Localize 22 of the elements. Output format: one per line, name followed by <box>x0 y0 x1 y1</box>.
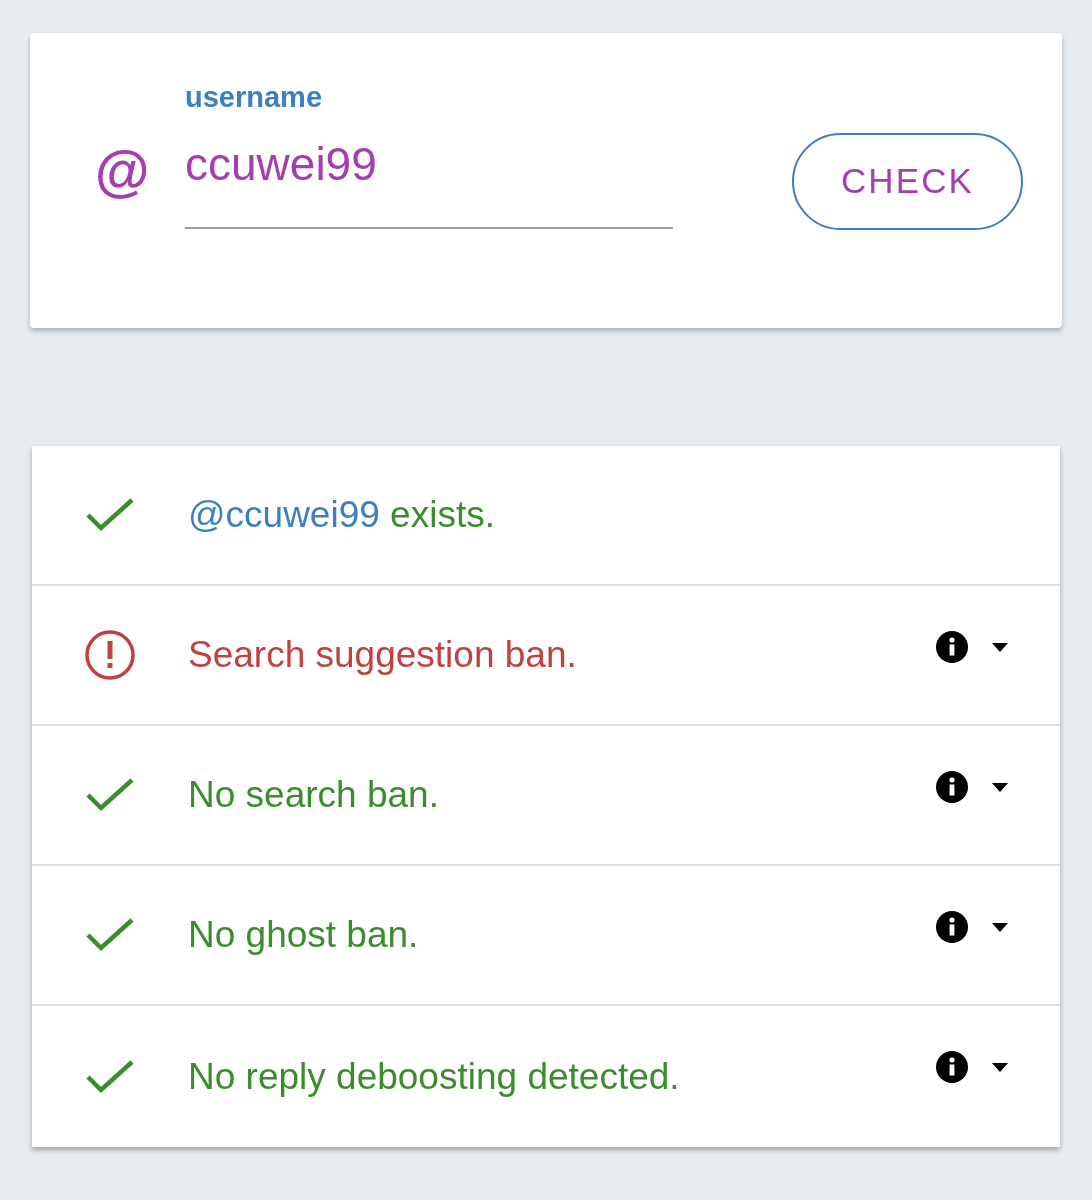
check-icon <box>86 1059 134 1094</box>
field-label: username <box>185 80 322 115</box>
check-icon <box>86 498 134 532</box>
info-icon[interactable] <box>936 1051 968 1083</box>
warning-icon <box>85 630 135 680</box>
check-button[interactable]: CHECK <box>792 133 1023 230</box>
info-icon[interactable] <box>936 911 968 943</box>
caret-icon[interactable] <box>992 642 1008 652</box>
status-message: No ghost ban. <box>188 913 419 957</box>
status-message: No search ban. <box>188 773 439 817</box>
status-message: @ccuwei99 exists. <box>188 493 495 537</box>
status-message: Search suggestion ban. <box>188 633 577 677</box>
info-icon[interactable] <box>936 771 968 803</box>
status-message: No reply deboosting detected. <box>188 1054 680 1099</box>
check-icon <box>86 778 134 812</box>
username-field[interactable]: ccuwei99 <box>185 127 673 229</box>
caret-icon[interactable] <box>992 922 1008 932</box>
caret-icon[interactable] <box>992 1062 1008 1072</box>
info-icon[interactable] <box>936 631 968 663</box>
check-icon <box>86 918 134 952</box>
caret-icon[interactable] <box>992 782 1008 792</box>
at-sign-icon: @ <box>94 139 152 203</box>
